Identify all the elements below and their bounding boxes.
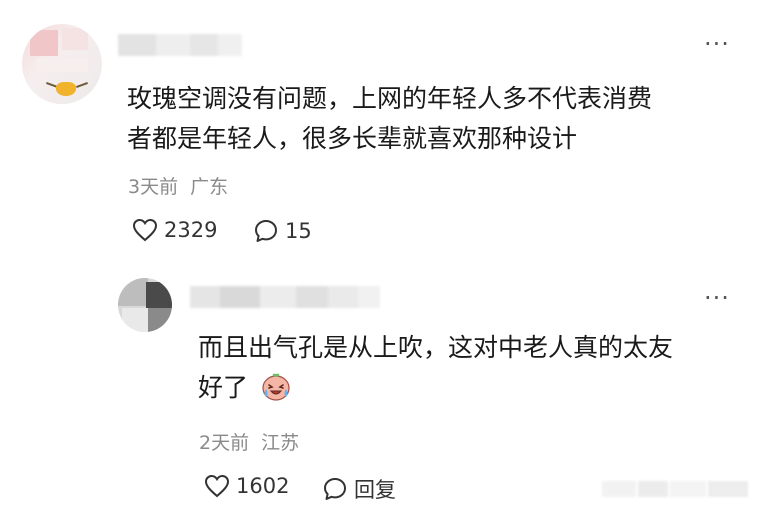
replier-avatar[interactable] [118,278,172,332]
comment-time: 3天前 [128,176,179,198]
reply-meta: 2天前 江苏 [199,428,299,455]
reply-like-button[interactable]: 1602 [204,474,289,498]
comment-like-button[interactable]: 2329 [132,218,217,242]
reply-reply-label: 回复 [354,478,396,502]
reply-location: 江苏 [261,432,300,454]
reply-text-line-2-wrap: 好了 [198,368,758,408]
commenter-username[interactable] [118,34,242,56]
comment-like-count: 2329 [164,218,218,242]
crying-laughing-emoji-icon [262,373,290,401]
comment-more-button[interactable]: ··· [704,30,730,58]
reply-text: 而且出气孔是从上吹，这对中老人真的太友 好了 [198,328,758,408]
heart-icon [204,474,230,498]
comment-meta: 3天前 广东 [128,172,228,199]
speech-bubble-icon [324,478,346,500]
watermark [602,481,752,499]
comment-location: 广东 [190,176,229,198]
heart-icon [132,218,158,242]
comment-text-line-1: 玫瑰空调没有问题，上网的年轻人多不代表消费 [127,84,653,113]
reply-text-line-2: 好了 [198,373,249,402]
reply-like-count: 1602 [236,474,290,498]
comment-reply-button[interactable]: 15 [253,218,312,244]
comment-text: 玫瑰空调没有问题，上网的年轻人多不代表消费 者都是年轻人，很多长辈就喜欢那种设计 [127,79,747,159]
reply-reply-button[interactable]: 回复 [322,474,396,504]
replier-username[interactable] [190,286,380,308]
reply-text-line-1: 而且出气孔是从上吹，这对中老人真的太友 [198,333,674,362]
comment-reply-count: 15 [285,219,312,243]
commenter-avatar[interactable] [22,24,102,104]
speech-bubble-icon [255,220,277,242]
reply-time: 2天前 [199,432,250,454]
comment-text-line-2: 者都是年轻人，很多长辈就喜欢那种设计 [127,124,578,153]
reply-more-button[interactable]: ··· [704,284,730,312]
